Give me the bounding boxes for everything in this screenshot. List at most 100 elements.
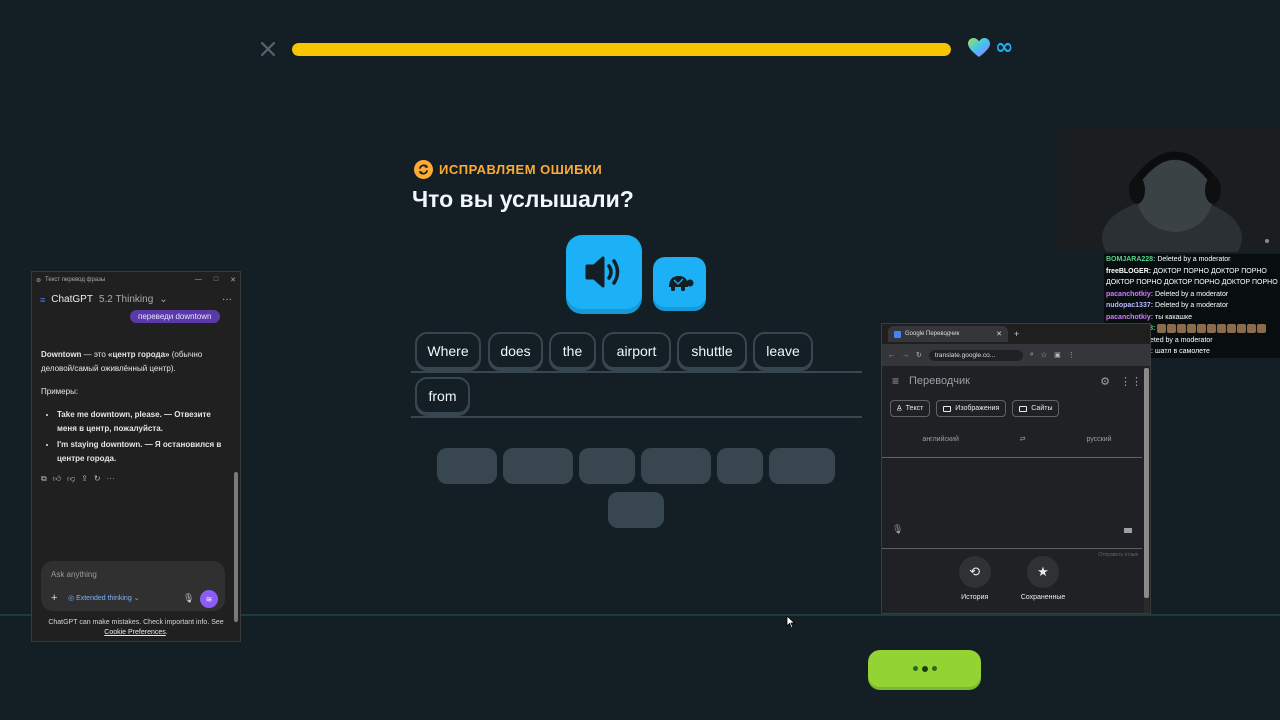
close-tab-icon[interactable]: ✕ [996, 330, 1002, 338]
composer-placeholder[interactable]: Ask anything [51, 570, 97, 579]
model-version[interactable]: 5.2 Thinking [99, 294, 153, 305]
answer-word-tile[interactable]: does [488, 332, 543, 369]
play-audio-button[interactable] [566, 235, 642, 309]
history-label: История [961, 594, 989, 601]
answer-word-tile[interactable]: the [549, 332, 596, 369]
loading-dot [912, 666, 918, 671]
minimize-icon[interactable]: — [195, 276, 202, 284]
chatgpt-composer[interactable]: Ask anything + ◎ Extended thinking ⌄ 🎙︎ … [41, 561, 225, 611]
browser-tab[interactable]: Google Переводчик ✕ [888, 326, 1008, 342]
reload-icon[interactable]: ↻ [916, 351, 922, 359]
back-icon[interactable]: ← [888, 352, 895, 359]
chat-emote-icon [1257, 323, 1267, 333]
lesson-progress-fill [292, 43, 951, 56]
answer-line-2 [411, 416, 862, 418]
microphone-icon[interactable]: 🎙︎ [183, 593, 194, 604]
answer-word-tile[interactable]: from [415, 377, 470, 414]
microphone-icon[interactable]: 🎙︎ [892, 524, 903, 535]
chat-text: Deleted by a moderator [1155, 256, 1231, 263]
saved-label: Сохраненные [1020, 594, 1066, 601]
forward-icon[interactable]: → [902, 352, 909, 359]
chat-emote-icon [1217, 323, 1227, 333]
examples-heading: Примеры: [41, 387, 79, 396]
swap-languages-icon[interactable]: ⇄ [1020, 435, 1026, 443]
translate-modes: A̲ Текст Изображения Сайты [882, 396, 1150, 421]
hamburger-menu-icon[interactable]: ≡ [892, 374, 899, 388]
more-icon[interactable]: ··· [107, 474, 115, 484]
response-term: Downtown [41, 350, 82, 359]
translate-scroll-thumb[interactable] [1144, 368, 1149, 598]
slow-audio-button[interactable] [653, 257, 706, 307]
more-icon[interactable]: ⋮ [1068, 351, 1075, 359]
answer-word-tile[interactable]: airport [602, 332, 671, 369]
chatgpt-scroll-thumb[interactable] [234, 472, 238, 622]
challenge-tag: ИСПРАВЛЯЕМ ОШИБКИ [414, 160, 602, 179]
answer-word-tile[interactable]: shuttle [677, 332, 747, 369]
empty-word-slot [769, 448, 835, 484]
thumbs-down-icon[interactable]: 👎︎ [67, 474, 75, 484]
history-button[interactable]: ⟲ История [958, 556, 991, 601]
bookmark-star-icon[interactable]: ☆ [1041, 351, 1047, 359]
chat-username[interactable]: BOMJARA228: [1106, 256, 1155, 263]
answer-word-tile[interactable]: Where [415, 332, 481, 369]
share-icon[interactable]: ⇪ [81, 474, 88, 484]
close-lesson-icon[interactable] [258, 39, 278, 59]
more-options-icon[interactable]: ··· [222, 294, 232, 305]
target-language[interactable]: русский [1086, 436, 1111, 443]
response-definition: Downtown — это «центр города» (обычно де… [41, 348, 223, 376]
answer-word-tile[interactable]: leave [753, 332, 813, 369]
close-icon[interactable]: ✕ [230, 276, 236, 284]
star-icon: ★ [1026, 556, 1059, 588]
keyboard-icon[interactable] [1124, 528, 1132, 533]
chat-text: ты какашке [1153, 313, 1193, 321]
chat-username[interactable]: pacanchotkiy: [1106, 291, 1153, 298]
refresh-icon [414, 160, 433, 179]
thumbs-up-icon[interactable]: 👍︎ [53, 474, 61, 484]
saved-button[interactable]: ★ Сохраненные [1020, 556, 1066, 601]
chatgpt-header: ≡ ChatGPT 5.2 Thinking ⌄ ··· [32, 288, 240, 305]
maximize-icon[interactable]: □ [214, 276, 218, 284]
streamer-webcam-image [1057, 128, 1280, 252]
check-button-loading[interactable] [868, 650, 981, 687]
chat-message: nudopac1337: Deleted by a moderator [1104, 300, 1280, 312]
webcam-overlay [1057, 128, 1280, 252]
regenerate-icon[interactable]: ↻ [94, 474, 101, 484]
settings-gear-icon[interactable]: ⚙ [1100, 375, 1110, 388]
mode-text-button[interactable]: A̲ Текст [890, 400, 931, 417]
sidebar-toggle-icon[interactable]: ≡ [40, 295, 45, 305]
chevron-down-icon[interactable]: ⌄ [159, 294, 167, 305]
new-tab-icon[interactable]: + [1014, 329, 1019, 339]
empty-word-slot [437, 448, 497, 484]
response-actions: ⧉ 👍︎ 👎︎ ⇪ ↻ ··· [41, 474, 115, 484]
website-icon [1019, 405, 1028, 412]
example-en: Take me downtown, please. [57, 410, 162, 419]
copy-icon[interactable]: ⧉ [41, 474, 47, 484]
apps-grid-icon[interactable]: ⋮⋮ [1120, 375, 1142, 388]
chatgpt-disclaimer: ChatGPT can make mistakes. Check importa… [48, 619, 224, 636]
add-attachment-icon[interactable]: + [51, 592, 57, 604]
chat-username[interactable]: nudopac1337: [1106, 302, 1153, 309]
url-field[interactable]: translate.google.co... [928, 349, 1023, 361]
google-translate-window: Google Переводчик ✕ + ← → ↻ translate.go… [881, 323, 1151, 614]
mode-images-button[interactable]: Изображения [936, 400, 1007, 417]
search-icon[interactable]: ⌕ [1030, 351, 1034, 359]
chat-username[interactable]: freeBLOGER: [1106, 268, 1151, 275]
model-name[interactable]: ChatGPT [51, 294, 93, 305]
chat-emote-icon [1187, 323, 1197, 333]
chat-text: Deleted by a moderator [1153, 302, 1229, 309]
source-text-input[interactable]: 🎙︎ [882, 457, 1142, 549]
user-message-bubble: переведи downtown [130, 310, 220, 323]
extended-thinking-toggle[interactable]: ◎ Extended thinking ⌄ [68, 594, 140, 602]
google-translate-favicon-icon [894, 330, 901, 338]
mode-sites-button[interactable]: Сайты [1012, 400, 1060, 417]
cookie-preferences-link[interactable]: Cookie Preferences [104, 629, 165, 636]
chat-emote-icon [1247, 323, 1257, 333]
source-language[interactable]: английский [922, 436, 958, 443]
hearts-counter: ∞ [968, 37, 1013, 59]
voice-mode-icon[interactable]: ≋ [200, 590, 218, 608]
empty-word-slot [503, 448, 573, 484]
chat-username[interactable]: pacanchotkiy: [1106, 314, 1153, 321]
turtle-icon [668, 276, 693, 291]
chat-emote-icon [1237, 323, 1247, 333]
extensions-icon[interactable]: ▣ [1054, 351, 1061, 359]
